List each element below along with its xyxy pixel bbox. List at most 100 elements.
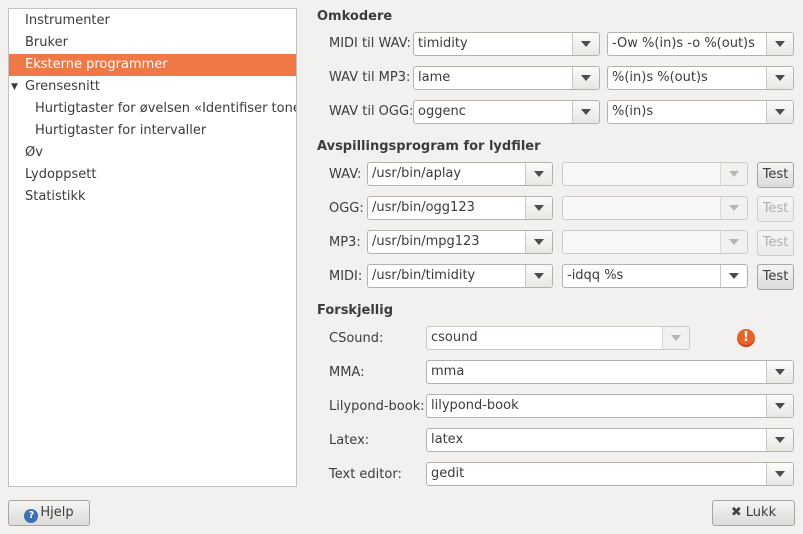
help-button-label: Hjelp bbox=[40, 505, 74, 520]
tree-item-label: Hurtigtaster for øvelsen «Identifiser to… bbox=[35, 101, 296, 116]
mp3-test-button[interactable]: Test bbox=[757, 230, 794, 256]
chevron-down-icon[interactable] bbox=[525, 197, 552, 219]
lilypond-book-combo[interactable]: lilypond-book bbox=[426, 394, 794, 418]
combo-text: mma bbox=[431, 364, 465, 379]
chevron-down-icon[interactable] bbox=[720, 197, 747, 219]
chevron-down-icon[interactable] bbox=[662, 327, 689, 349]
tree-item-eksterne-programmer[interactable]: Eksterne programmer bbox=[9, 54, 296, 76]
chevron-down-icon[interactable] bbox=[572, 67, 599, 89]
mp3-player-label: MP3: bbox=[329, 235, 361, 250]
wav-to-ogg-program-combo[interactable]: oggenc bbox=[413, 100, 600, 124]
wav-to-ogg-label: WAV til OGG: bbox=[329, 104, 414, 119]
chevron-down-icon[interactable] bbox=[766, 429, 793, 451]
combo-text: -idqq %s bbox=[567, 268, 624, 283]
tree-item-label: Statistikk bbox=[25, 189, 86, 204]
midi-test-button[interactable]: Test bbox=[757, 264, 794, 290]
combo-text: lame bbox=[418, 70, 451, 85]
midi-player-program-combo[interactable]: /usr/bin/timidity bbox=[367, 264, 553, 288]
midi-to-wav-args-combo[interactable]: -Ow %(in)s -o %(out)s bbox=[607, 32, 794, 56]
tree-item-label: Instrumenter bbox=[25, 13, 110, 28]
chevron-down-icon[interactable] bbox=[720, 163, 747, 185]
section-heading-omkodere: Omkodere bbox=[317, 9, 393, 24]
tree-item-label: Bruker bbox=[25, 35, 68, 50]
combo-text: latex bbox=[431, 432, 464, 447]
chevron-down-icon[interactable] bbox=[525, 231, 552, 253]
chevron-down-icon[interactable] bbox=[766, 361, 793, 383]
chevron-down-icon[interactable] bbox=[525, 163, 552, 185]
tree-item-label: Lydoppsett bbox=[25, 167, 97, 182]
tree-item-statistikk[interactable]: Statistikk bbox=[9, 186, 296, 208]
chevron-down-icon[interactable] bbox=[572, 101, 599, 123]
chevron-down-icon[interactable] bbox=[525, 265, 552, 287]
midi-to-wav-program-combo[interactable]: timidity bbox=[413, 32, 600, 56]
mma-label: MMA: bbox=[329, 365, 365, 380]
combo-text: csound bbox=[431, 327, 663, 349]
chevron-down-icon[interactable] bbox=[766, 463, 793, 485]
ogg-player-program-combo[interactable]: /usr/bin/ogg123 bbox=[367, 196, 553, 220]
ogg-player-label: OGG: bbox=[329, 201, 364, 216]
combo-text: -Ow %(in)s -o %(out)s bbox=[612, 36, 755, 51]
tree-item-grensesnitt[interactable]: ▼ Grensesnitt bbox=[9, 76, 296, 98]
tree-item-label: Grensesnitt bbox=[25, 79, 100, 94]
wav-to-ogg-args-combo[interactable]: %(in)s bbox=[607, 100, 794, 124]
latex-label: Latex: bbox=[329, 433, 370, 448]
warning-icon: ! bbox=[737, 329, 755, 347]
tree-item-label: Øv bbox=[25, 145, 43, 160]
chevron-down-icon[interactable] bbox=[766, 67, 793, 89]
chevron-down-icon[interactable] bbox=[720, 265, 747, 287]
wav-to-mp3-program-combo[interactable]: lame bbox=[413, 66, 600, 90]
close-button-label: Lukk bbox=[745, 505, 777, 520]
close-button[interactable]: ✖ Lukk bbox=[712, 500, 795, 526]
close-icon: ✖ bbox=[730, 505, 742, 520]
combo-text: %(in)s %(out)s bbox=[612, 70, 708, 85]
midi-to-wav-label: MIDI til WAV: bbox=[329, 36, 411, 51]
combo-text: /usr/bin/mpg123 bbox=[372, 234, 480, 249]
chevron-down-icon[interactable] bbox=[720, 231, 747, 253]
midi-player-label: MIDI: bbox=[329, 269, 363, 284]
section-heading-avspilling: Avspillingsprogram for lydfiler bbox=[317, 139, 541, 154]
help-icon: ? bbox=[24, 509, 39, 523]
tree-item-lydoppsett[interactable]: Lydoppsett bbox=[9, 164, 296, 186]
combo-text: timidity bbox=[418, 36, 468, 51]
ogg-player-args-combo[interactable] bbox=[562, 196, 748, 220]
wav-player-program-combo[interactable]: /usr/bin/aplay bbox=[367, 162, 553, 186]
tree-item-ov[interactable]: Øv bbox=[9, 142, 296, 164]
combo-text: /usr/bin/aplay bbox=[372, 166, 462, 181]
section-heading-forskjellig: Forskjellig bbox=[317, 303, 394, 318]
wav-test-button[interactable]: Test bbox=[757, 162, 794, 188]
tree-item-label: Eksterne programmer bbox=[25, 57, 168, 72]
csound-combo[interactable]: csound bbox=[426, 326, 690, 350]
chevron-down-icon[interactable] bbox=[766, 395, 793, 417]
combo-text: lilypond-book bbox=[431, 398, 519, 413]
chevron-down-icon[interactable] bbox=[572, 33, 599, 55]
chevron-down-icon[interactable] bbox=[766, 33, 793, 55]
ogg-test-button[interactable]: Test bbox=[757, 196, 794, 222]
tree-item-label: Hurtigtaster for intervaller bbox=[35, 123, 207, 138]
latex-combo[interactable]: latex bbox=[426, 428, 794, 452]
csound-label: CSound: bbox=[329, 331, 384, 346]
combo-text: /usr/bin/ogg123 bbox=[372, 200, 475, 215]
tree-item-bruker[interactable]: Bruker bbox=[9, 32, 296, 54]
preferences-tree[interactable]: Instrumenter Bruker Eksterne programmer … bbox=[8, 8, 297, 487]
combo-text: /usr/bin/timidity bbox=[372, 268, 476, 283]
tree-item-hurtigtaster-identifiser-tone[interactable]: Hurtigtaster for øvelsen «Identifiser to… bbox=[9, 98, 296, 120]
text-editor-combo[interactable]: gedit bbox=[426, 462, 794, 486]
mma-combo[interactable]: mma bbox=[426, 360, 794, 384]
wav-to-mp3-args-combo[interactable]: %(in)s %(out)s bbox=[607, 66, 794, 90]
wav-to-mp3-label: WAV til MP3: bbox=[329, 70, 411, 85]
mp3-player-args-combo[interactable] bbox=[562, 230, 748, 254]
combo-text: %(in)s bbox=[612, 104, 654, 119]
combo-text: gedit bbox=[431, 466, 465, 481]
mp3-player-program-combo[interactable]: /usr/bin/mpg123 bbox=[367, 230, 553, 254]
tree-item-instrumenter[interactable]: Instrumenter bbox=[9, 10, 296, 32]
lilypond-book-label: Lilypond-book: bbox=[329, 399, 425, 414]
tree-item-hurtigtaster-intervaller[interactable]: Hurtigtaster for intervaller bbox=[9, 120, 296, 142]
text-editor-label: Text editor: bbox=[329, 467, 402, 482]
chevron-down-icon[interactable] bbox=[766, 101, 793, 123]
midi-player-args-combo[interactable]: -idqq %s bbox=[562, 264, 748, 288]
help-button[interactable]: ? Hjelp bbox=[8, 500, 90, 526]
combo-text: oggenc bbox=[418, 104, 466, 119]
wav-player-args-combo[interactable] bbox=[562, 162, 748, 186]
expander-triangle-icon[interactable]: ▼ bbox=[11, 76, 18, 98]
wav-player-label: WAV: bbox=[329, 167, 362, 182]
